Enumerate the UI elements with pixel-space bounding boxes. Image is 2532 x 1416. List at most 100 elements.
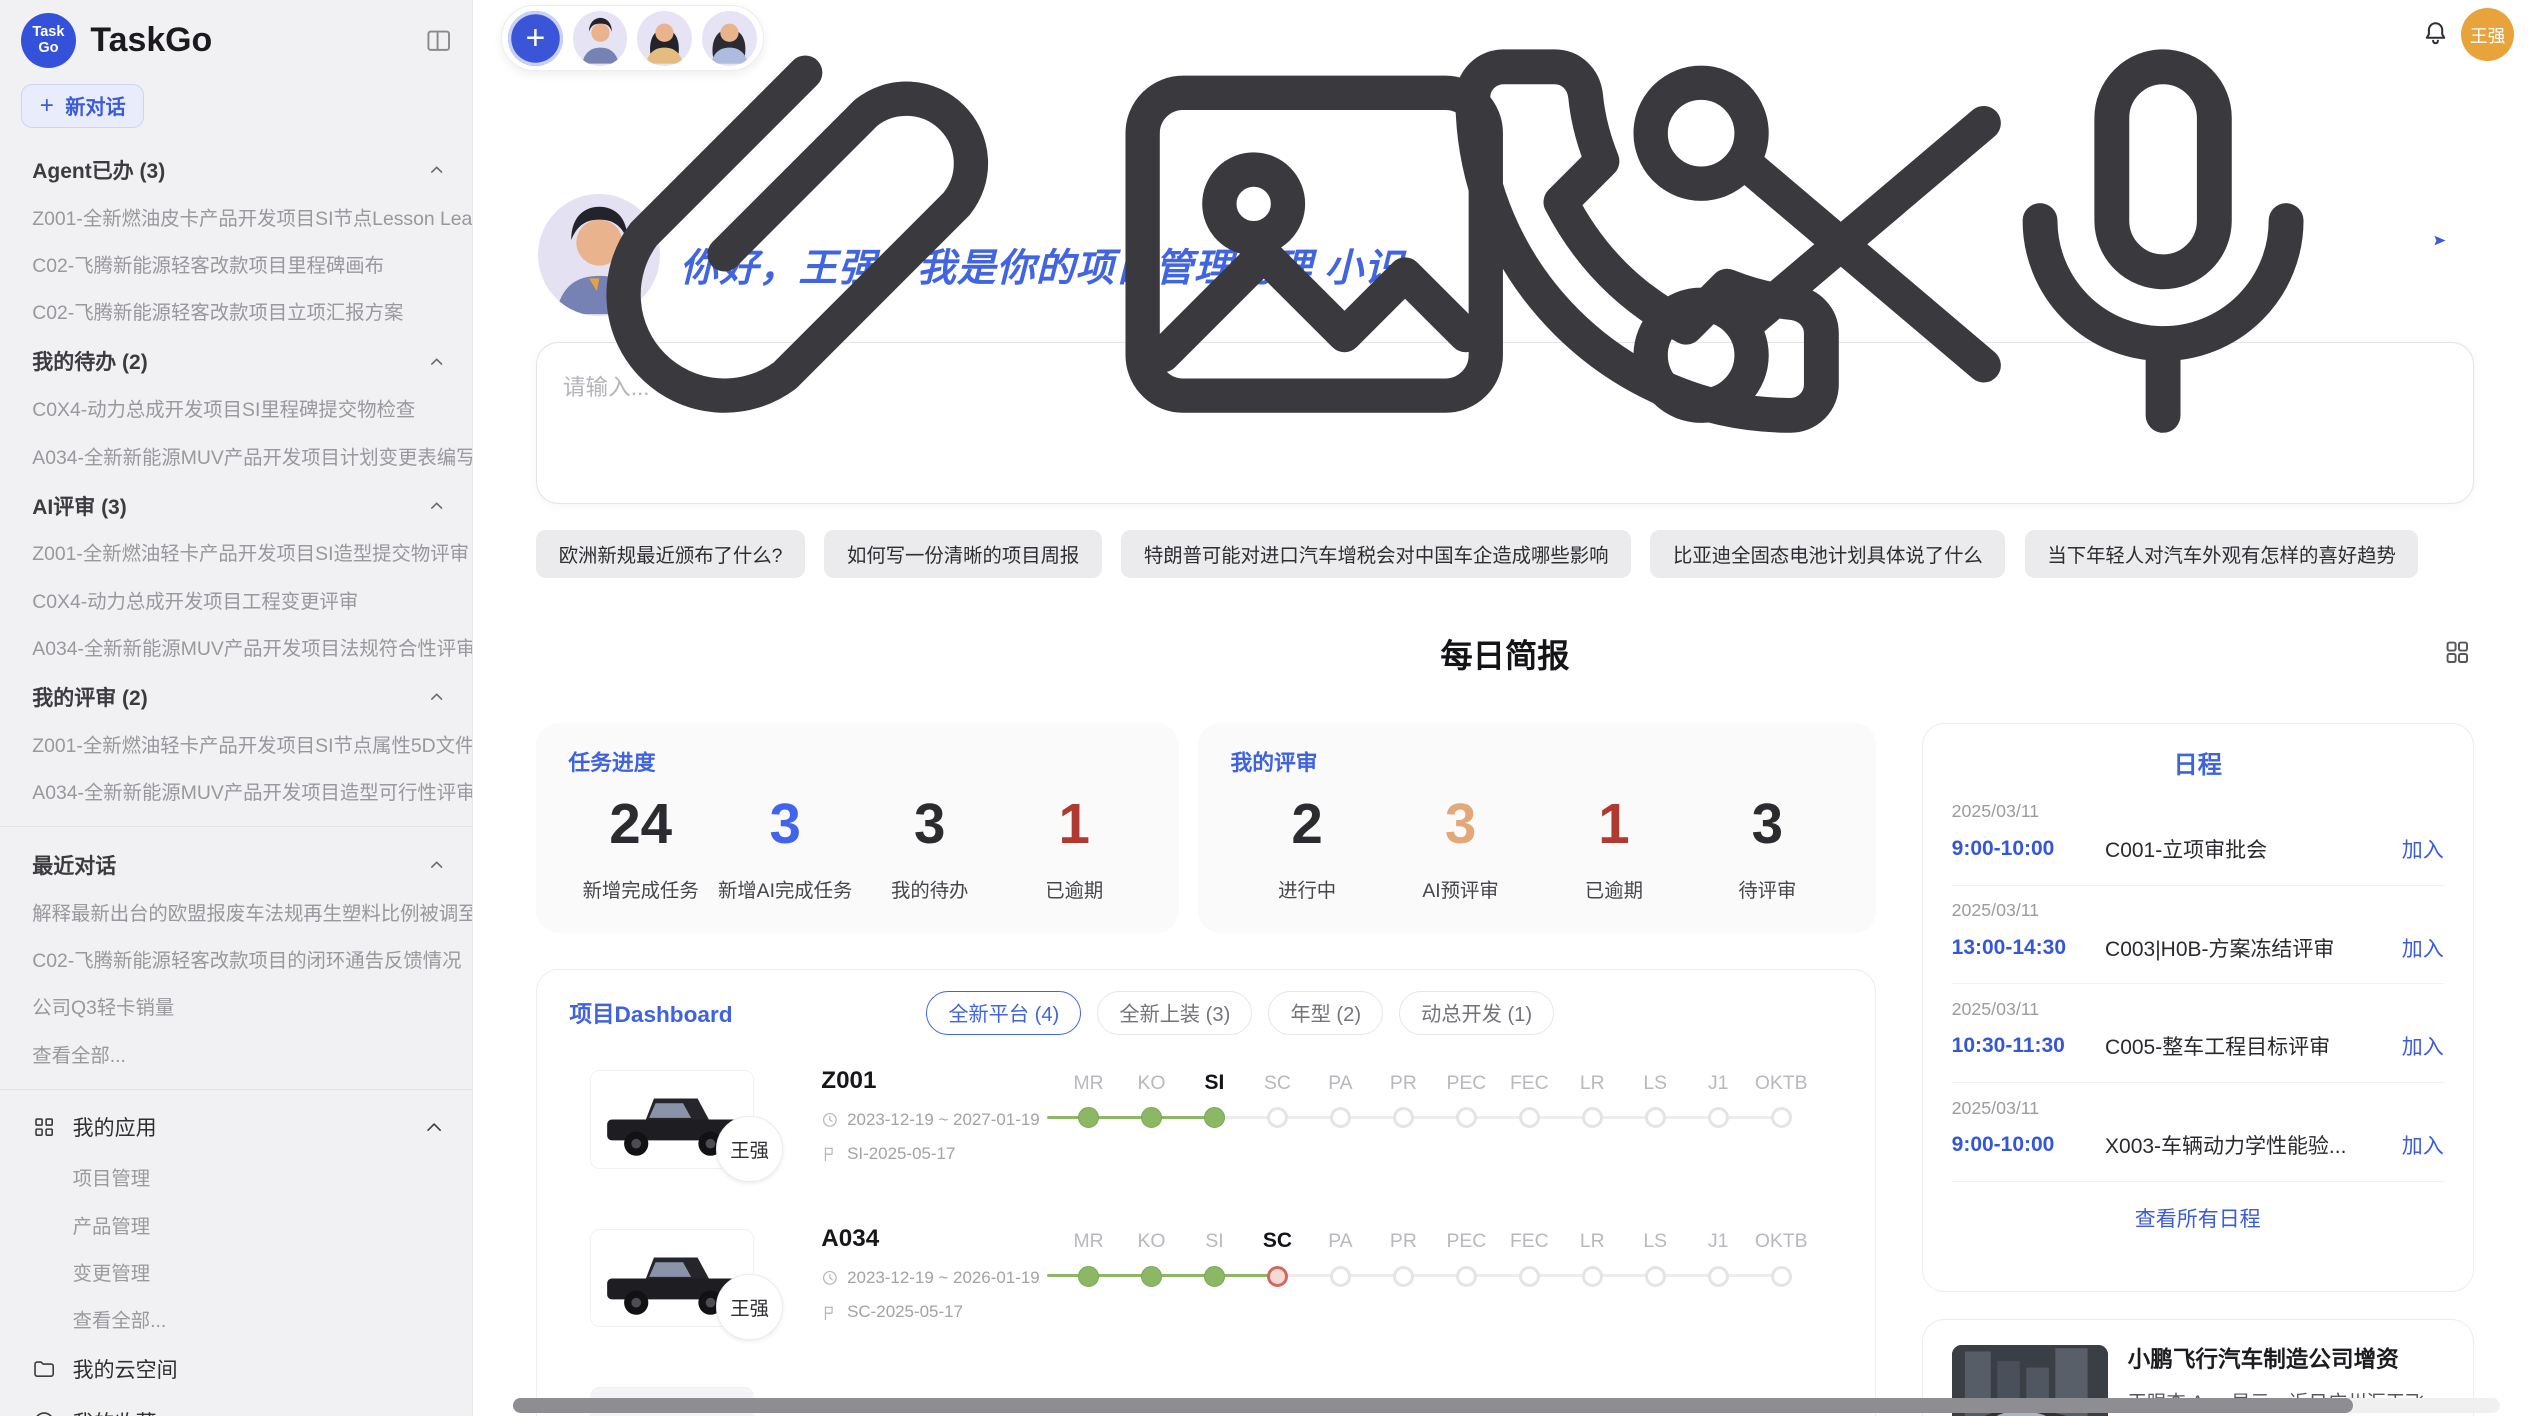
milestone-si: SI [1183, 1067, 1246, 1128]
tab-powertrain-dev[interactable]: 动总开发 (1) [1399, 991, 1554, 1035]
suggestion-chip[interactable]: 如何写一份清晰的项目周报 [824, 530, 1102, 578]
suggestion-chip[interactable]: 当下年轻人对汽车外观有怎样的喜好趋势 [2025, 530, 2419, 578]
project-row[interactable]: 王强 Z001 2023-12-19 ~ 2027-01-19 SI-2025-… [537, 1048, 1875, 1206]
sidebar-task-item[interactable]: A034-全新新能源MUV产品开发项目法规符合性评审 [0, 623, 472, 670]
suggestion-chip[interactable]: 特朗普可能对进口汽车增税会对中国车企造成哪些影响 [1121, 530, 1631, 578]
sidebar-section-header[interactable]: Agent已办 (3) [0, 144, 472, 193]
sidebar-task-item[interactable]: C02-飞腾新能源轻客改款项目里程碑画布 [0, 240, 472, 287]
section-title: Agent已办 (3) [32, 155, 165, 185]
milestone-label: PEC [1446, 1067, 1486, 1099]
tab-year-model[interactable]: 年型 (2) [1268, 991, 1383, 1035]
sidebar-section-header[interactable]: 我的待办 (2) [0, 335, 472, 384]
sidebar-task-item[interactable]: C02-飞腾新能源轻客改款项目立项汇报方案 [0, 288, 472, 335]
attachment-icon[interactable] [563, 2, 1047, 486]
join-link[interactable]: 加入 [2402, 933, 2444, 963]
tab-all-new-platform[interactable]: 全新平台 (4) [926, 991, 1081, 1035]
sidebar-item-favorites[interactable]: 我的收藏 [0, 1396, 472, 1416]
stat-card: 我的评审2进行中3AI预评审1已逾期3待评审 [1198, 723, 1876, 933]
layout-grid-icon[interactable] [2443, 636, 2470, 663]
project-row[interactable]: 王强 A034 2023-12-19 ~ 2026-01-19 SC-2025-… [537, 1206, 1875, 1364]
clock-icon [821, 1111, 839, 1129]
milestone-dot [1204, 1107, 1225, 1128]
milestone-mr: MR [1057, 1067, 1120, 1128]
sidebar-section-header[interactable]: 我的评审 (2) [0, 671, 472, 720]
view-all-schedule-link[interactable]: 查看所有日程 [1923, 1182, 2473, 1254]
sidebar-recent-item[interactable]: 解释最新出台的欧盟报废车法规再生塑料比例被调至15%... [0, 888, 472, 935]
sidebar-recent-item[interactable]: C02-飞腾新能源轻客改款项目的闭环通告反馈情况 [0, 935, 472, 982]
suggestion-chip[interactable]: 欧洲新规最近颁布了什么? [536, 530, 805, 578]
app-grid-icon [32, 1115, 56, 1139]
phone-icon[interactable] [1401, 0, 1893, 487]
schedule-item: 2025/03/1113:00-14:30C003|H0B-方案冻结评审加入 [1952, 886, 2444, 985]
stat-value: 2 [1230, 793, 1383, 855]
stat-label: 待评审 [1691, 875, 1844, 903]
sidebar-section-header[interactable]: AI评审 (3) [0, 479, 472, 528]
stat-value: 1 [1537, 793, 1690, 855]
milestone-label: SC [1264, 1067, 1291, 1099]
user-avatar[interactable]: 王强 [2461, 8, 2514, 61]
new-chat-button[interactable]: + 新对话 [21, 84, 144, 128]
microphone-icon[interactable] [1917, 0, 2409, 487]
stat-label: 进行中 [1230, 875, 1383, 903]
sidebar-task-item[interactable]: C0X4-动力总成开发项目工程变更评审 [0, 576, 472, 623]
milestone-label: KO [1138, 1225, 1166, 1257]
milestone-label: FEC [1510, 1225, 1549, 1257]
schedule-item: 2025/03/1110:30-11:30C005-整车工程目标评审加入 [1952, 984, 2444, 1083]
sidebar-task-item[interactable]: Z001-全新燃油轻卡产品开发项目SI造型提交物评审 [0, 529, 472, 576]
sidebar-task-item[interactable]: Z001-全新燃油皮卡产品开发项目SI节点Lesson Learn报告 [0, 193, 472, 240]
join-link[interactable]: 加入 [2402, 1031, 2444, 1061]
milestone-dot [1267, 1266, 1288, 1287]
logo-text-top: Task [32, 24, 64, 40]
project-name: A034 [821, 1225, 1039, 1253]
sidebar-item-cloud-space[interactable]: 我的云空间 [0, 1343, 472, 1396]
divider [0, 1089, 472, 1090]
sidebar-recent-item[interactable]: 公司Q3轻卡销量 [0, 983, 472, 1030]
sidebar-task-item[interactable]: A034-全新新能源MUV产品开发项目计划变更表编写 [0, 432, 472, 479]
sidebar-app-project-mgmt[interactable]: 项目管理 [0, 1154, 472, 1201]
join-link[interactable]: 加入 [2402, 1130, 2444, 1160]
stat-value: 3 [713, 793, 858, 855]
main-area: + 王强 你好，王强，我是你的项目管理助理 小识 [473, 0, 2532, 1416]
milestone-dot [1708, 1107, 1729, 1128]
milestone-dot [1771, 1266, 1792, 1287]
news-title: 小鹏飞行汽车制造公司增资 [2128, 1345, 2444, 1376]
milestone-dot [1393, 1107, 1414, 1128]
sidebar: Task Go TaskGo + 新对话 Agent已办 (3)Z001-全新燃… [0, 0, 473, 1416]
sidebar-recent-section: 最近对话解释最新出台的欧盟报废车法规再生塑料比例被调至15%...C02-飞腾新… [0, 838, 472, 1077]
stat-label: AI预评审 [1384, 875, 1537, 903]
tab-all-new-body[interactable]: 全新上装 (3) [1097, 991, 1252, 1035]
join-link[interactable]: 加入 [2402, 834, 2444, 864]
milestone-sc: SC [1246, 1225, 1309, 1286]
sidebar-task-item[interactable]: A034-全新新能源MUV产品开发项目造型可行性评审 [0, 767, 472, 814]
flag-icon [821, 1145, 839, 1163]
suggestion-chip[interactable]: 比亚迪全固态电池计划具体说了什么 [1650, 530, 2005, 578]
sidebar-app-product-mgmt[interactable]: 产品管理 [0, 1201, 472, 1248]
sidebar-task-item[interactable]: Z001-全新燃油轻卡产品开发项目SI节点属性5D文件评审 [0, 720, 472, 767]
sidebar-app-view-all[interactable]: 查看全部... [0, 1296, 472, 1343]
milestone-label: LS [1643, 1225, 1667, 1257]
send-icon[interactable] [2433, 226, 2447, 255]
sidebar-section-header[interactable]: 最近对话 [0, 838, 472, 887]
stat-card-title: 我的评审 [1230, 746, 1844, 777]
schedule-date: 2025/03/11 [1952, 801, 2444, 822]
milestone-strip: MRKOSISCPAPRPECFECLRLSJ1OKTB [1057, 1067, 1816, 1180]
sidebar-collapse-icon[interactable] [425, 27, 452, 54]
new-chat-label: 新对话 [65, 91, 126, 120]
sidebar-task-item[interactable]: C0X4-动力总成开发项目SI里程碑提交物检查 [0, 385, 472, 432]
section-title: 我的评审 (2) [32, 682, 147, 712]
milestone-dot [1267, 1107, 1288, 1128]
sidebar-item-my-apps[interactable]: 我的应用 [0, 1101, 472, 1154]
milestone-label: SI [1205, 1225, 1223, 1257]
milestone-dot [1330, 1107, 1351, 1128]
horizontal-scrollbar-thumb[interactable] [513, 1398, 2352, 1413]
sidebar-recent-item[interactable]: 查看全部... [0, 1030, 472, 1077]
plus-icon: + [40, 92, 54, 120]
milestone-dot [1645, 1107, 1666, 1128]
sidebar-app-change-mgmt[interactable]: 变更管理 [0, 1248, 472, 1295]
milestone-fec: FEC [1498, 1225, 1561, 1286]
add-agent-button[interactable]: + [508, 11, 563, 66]
clock-icon [821, 1269, 839, 1287]
stat-card: 任务进度24新增完成任务3新增AI完成任务3我的待办1已逾期 [536, 723, 1179, 933]
logo-text-bottom: Go [38, 40, 58, 56]
horizontal-scrollbar [513, 1398, 2499, 1413]
